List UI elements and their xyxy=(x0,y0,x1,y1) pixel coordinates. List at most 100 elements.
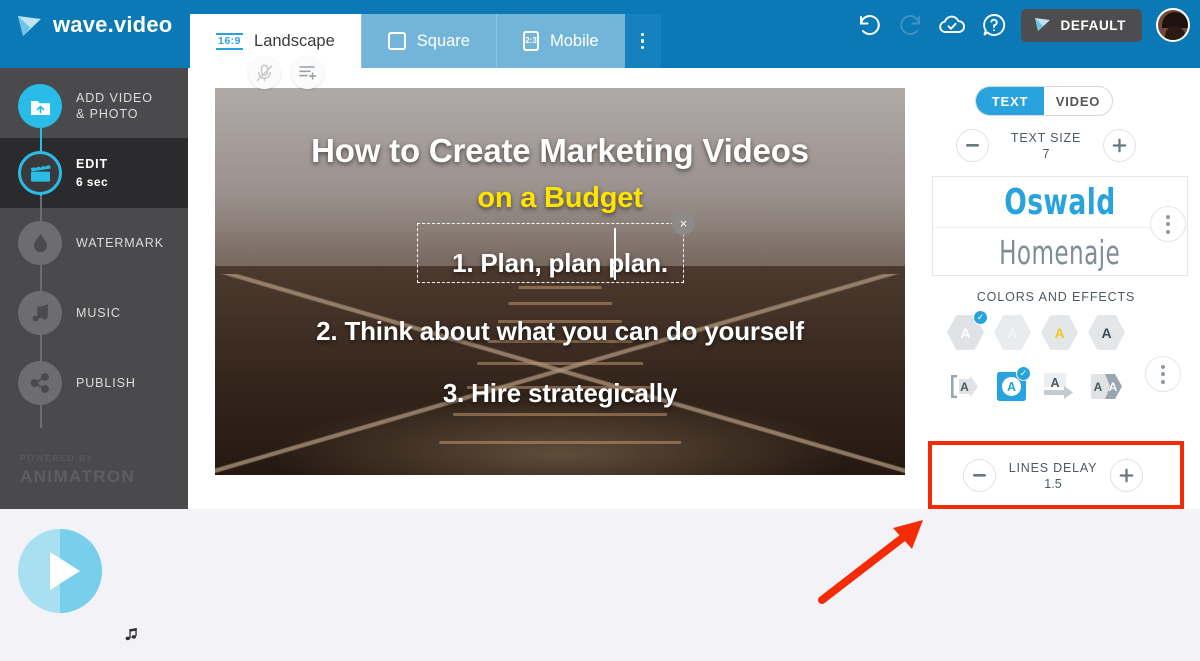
tab-text[interactable]: TEXT xyxy=(976,87,1044,115)
tab-square[interactable]: Square xyxy=(361,14,496,68)
text-size-value: 7 xyxy=(989,147,1103,161)
brand-name: wave.video xyxy=(53,12,172,38)
canvas-line-2[interactable]: 2. Think about what you can do yourself xyxy=(215,316,905,347)
ratio-2-3-icon: 2:3 xyxy=(523,31,539,51)
powered-by-label: POWERED BY xyxy=(20,453,135,463)
effect-text-double-a[interactable]: A A xyxy=(1088,368,1125,405)
default-button[interactable]: DEFAULT xyxy=(1021,9,1142,42)
text-slide-right-icon: A xyxy=(1041,392,1078,409)
letter-a-faded-icon: A xyxy=(994,314,1031,351)
sidebar-item-edit-label: EDIT xyxy=(76,157,108,171)
letter-a-dark-icon: A xyxy=(1088,314,1125,351)
colors-and-effects-row-1: A ✓ A A A xyxy=(947,314,1125,351)
music-note-icon[interactable] xyxy=(124,627,139,646)
tab-mobile[interactable]: 2:3 Mobile xyxy=(496,14,625,68)
tab-video[interactable]: VIDEO xyxy=(1044,87,1112,115)
ratio-16-9-icon: 16:9 xyxy=(216,33,243,50)
preview-play-button[interactable] xyxy=(18,529,102,613)
sidebar-item-publish[interactable]: PUBLISH xyxy=(0,348,188,418)
lines-delay-stepper: LINES DELAY 1.5 xyxy=(958,459,1148,492)
tabs-more-icon[interactable] xyxy=(625,14,661,68)
left-sidebar: ADD VIDEO& PHOTO EDIT 6 sec WATERMARK xyxy=(0,68,188,509)
sidebar-item-watermark[interactable]: WATERMARK xyxy=(0,208,188,278)
canvas-subtitle[interactable]: on a Budget xyxy=(215,182,905,215)
powered-by-brand: ANIMATRON xyxy=(20,467,135,487)
timeline-bar: How to Create Marketing Videos on a Budg… xyxy=(0,509,1200,661)
clapperboard-icon xyxy=(18,151,62,195)
effect-letter-a-faded[interactable]: A xyxy=(994,314,1031,351)
default-button-label: DEFAULT xyxy=(1061,18,1126,33)
svg-text:A: A xyxy=(1094,380,1103,394)
play-icon xyxy=(1032,15,1052,36)
lines-delay-value: 1.5 xyxy=(996,477,1110,491)
sidebar-item-music[interactable]: MUSIC xyxy=(0,278,188,348)
font-more-icon[interactable] xyxy=(1150,206,1186,242)
canvas-line-3[interactable]: 3. Hire strategically xyxy=(215,378,905,409)
sidebar-item-watermark-label: WATERMARK xyxy=(76,235,164,251)
effect-letter-a-solid[interactable]: A ✓ xyxy=(947,314,984,351)
upload-photo-icon xyxy=(18,84,62,128)
sidebar-item-edit-duration: 6 sec xyxy=(76,175,108,189)
sidebar-item-publish-label: PUBLISH xyxy=(76,375,136,391)
lines-delay-highlight: LINES DELAY 1.5 xyxy=(928,441,1184,509)
add-text-lines-icon[interactable] xyxy=(291,56,324,89)
undo-icon[interactable] xyxy=(857,14,883,36)
sidebar-item-add-video-photo[interactable]: ADD VIDEO& PHOTO xyxy=(0,68,188,138)
svg-text:A: A xyxy=(960,380,969,394)
brand-logo[interactable]: wave.video xyxy=(14,10,172,40)
sidebar-item-edit-text: EDIT 6 sec xyxy=(76,155,108,191)
text-selection-box[interactable]: × xyxy=(417,223,684,283)
lines-delay-label: LINES DELAY xyxy=(996,461,1110,475)
canvas-tools xyxy=(248,56,324,89)
sidebar-item-add-video-photo-label: ADD VIDEO& PHOTO xyxy=(76,90,153,122)
svg-text:A: A xyxy=(1050,376,1059,390)
text-size-label: TEXT SIZE xyxy=(989,131,1103,145)
lines-delay-panel: LINES DELAY 1.5 xyxy=(932,445,1180,505)
effect-letter-a-yellow[interactable]: A xyxy=(1041,314,1078,351)
share-icon xyxy=(18,361,62,405)
tab-square-label: Square xyxy=(417,32,470,51)
effect-letter-a-dark[interactable]: A xyxy=(1088,314,1125,351)
canvas-text-layer: How to Create Marketing Videos on a Budg… xyxy=(215,88,905,475)
effect-text-slide-in[interactable]: A xyxy=(947,368,984,405)
canvas-title[interactable]: How to Create Marketing Videos xyxy=(215,132,905,170)
effects-more-icon[interactable] xyxy=(1145,356,1181,392)
play-big-icon xyxy=(50,552,80,590)
lines-delay-readout: LINES DELAY 1.5 xyxy=(996,461,1110,491)
square-icon xyxy=(388,32,406,50)
text-size-increase-button[interactable] xyxy=(1103,129,1136,162)
effect-text-slide-right[interactable]: A xyxy=(1041,368,1078,405)
effect-text-reveal-circle[interactable]: A ✓ xyxy=(994,368,1031,405)
cloud-check-icon[interactable] xyxy=(937,13,967,37)
svg-text:A: A xyxy=(1007,380,1016,394)
lines-delay-decrease-button[interactable] xyxy=(963,459,996,492)
checked-badge-icon: ✓ xyxy=(1016,366,1031,381)
font-item-homenaje[interactable]: Homenaje xyxy=(933,227,1187,277)
lines-delay-increase-button[interactable] xyxy=(1110,459,1143,492)
top-bar: wave.video 16:9 Landscape Square 2:3 Mob… xyxy=(0,0,1200,68)
video-canvas[interactable]: How to Create Marketing Videos on a Budg… xyxy=(215,88,905,475)
colors-and-effects-title: COLORS AND EFFECTS xyxy=(928,290,1184,304)
avatar[interactable] xyxy=(1156,8,1190,42)
text-size-stepper: TEXT SIZE 7 xyxy=(956,129,1136,162)
text-size-decrease-button[interactable] xyxy=(956,129,989,162)
colors-and-effects-row-2: A A ✓ A xyxy=(947,368,1125,405)
text-cursor xyxy=(614,228,616,280)
font-item-oswald-label: Oswald xyxy=(1004,182,1115,223)
close-icon[interactable]: × xyxy=(672,212,695,235)
sidebar-item-edit[interactable]: EDIT 6 sec xyxy=(0,138,188,208)
question-mark-icon[interactable] xyxy=(981,12,1007,38)
font-item-oswald[interactable]: Oswald xyxy=(933,177,1187,227)
redo-icon[interactable] xyxy=(897,14,923,36)
music-note-icon xyxy=(18,291,62,335)
right-properties-panel: TEXT VIDEO TEXT SIZE 7 Oswald Homenaje xyxy=(928,68,1200,509)
letter-a-yellow-icon: A xyxy=(1041,314,1078,351)
top-right-toolbar: DEFAULT xyxy=(857,8,1190,42)
checked-badge-icon: ✓ xyxy=(973,310,988,325)
text-double-a-icon: A A xyxy=(1088,392,1125,409)
tab-mobile-label: Mobile xyxy=(550,32,599,51)
powered-by: POWERED BY ANIMATRON xyxy=(20,453,135,487)
voiceover-icon[interactable] xyxy=(248,56,281,89)
wave-play-logo-icon xyxy=(14,10,44,40)
text-video-toggle: TEXT VIDEO xyxy=(975,86,1113,116)
